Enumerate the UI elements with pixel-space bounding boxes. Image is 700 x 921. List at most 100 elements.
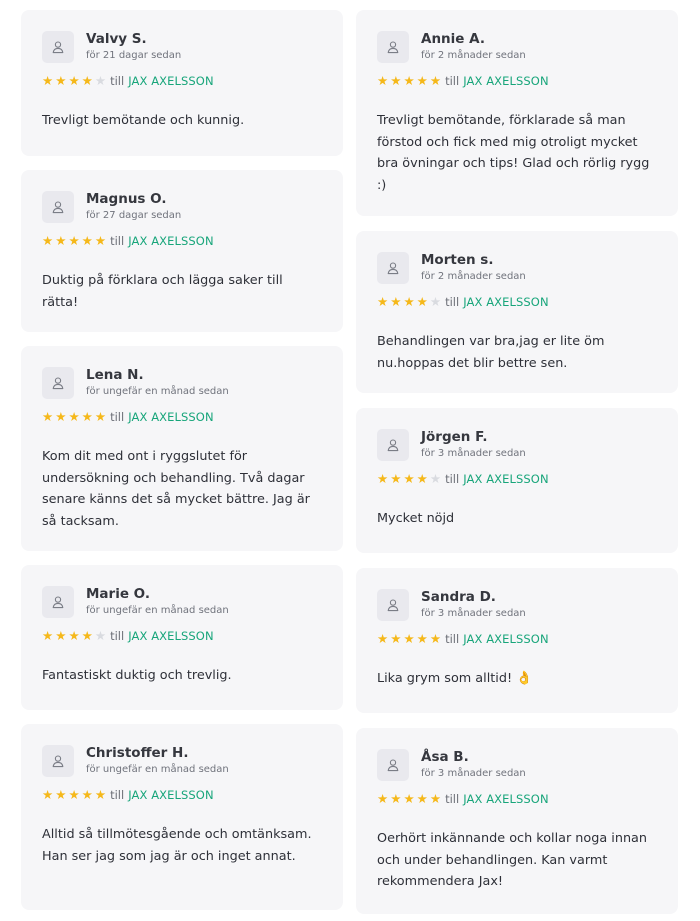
star-icon: ★ xyxy=(42,628,54,643)
star-icon: ★ xyxy=(81,628,93,643)
review-text-content: Lika grym som alltid! xyxy=(377,671,513,686)
to-label: till xyxy=(110,234,125,248)
to-label: till xyxy=(445,632,460,646)
avatar xyxy=(42,744,74,777)
therapist-link[interactable]: JAX AXELSSON xyxy=(463,295,548,309)
star-rating: ★ ★ ★ ★ ★ xyxy=(42,410,106,424)
review-card: Valvy S. för 21 dagar sedan ★ ★ ★ ★ ★ till J… xyxy=(21,10,343,156)
review-header: Annie A. för 2 månader sedan xyxy=(377,30,657,63)
review-text-content: Fantastiskt duktig och trevlig. xyxy=(42,668,232,683)
review-card: Annie A. för 2 månader sedan ★ ★ ★ ★ ★ till … xyxy=(356,10,678,216)
review-date: för 21 dagar sedan xyxy=(86,49,182,61)
review-text-content: Duktig på förklara och lägga saker till … xyxy=(42,273,283,310)
therapist-link[interactable]: JAX AXELSSON xyxy=(128,74,213,88)
to-label: till xyxy=(110,410,125,424)
user-icon xyxy=(387,40,399,53)
avatar xyxy=(377,588,409,621)
star-icon: ★ xyxy=(42,73,54,88)
review-date: för 3 månader sedan xyxy=(421,767,526,779)
rating-row: ★ ★ ★ ★ ★ till JAX AXELSSON xyxy=(377,471,657,487)
reviews-column-left: Valvy S. för 21 dagar sedan ★ ★ ★ ★ ★ till J… xyxy=(21,10,343,910)
to-label: till xyxy=(110,788,125,802)
star-icon: ★ xyxy=(429,471,442,486)
star-icon: ★ xyxy=(390,631,402,646)
star-icon: ★ xyxy=(55,409,67,424)
avatar xyxy=(42,30,74,63)
star-icon: ★ xyxy=(416,471,428,486)
star-icon: ★ xyxy=(81,233,93,248)
star-icon: ★ xyxy=(403,73,415,88)
star-icon: ★ xyxy=(390,471,402,486)
avatar xyxy=(377,748,409,781)
star-icon: ★ xyxy=(94,409,107,424)
rating-row: ★ ★ ★ ★ ★ till JAX AXELSSON xyxy=(377,631,657,647)
user-icon xyxy=(52,754,64,767)
avatar xyxy=(42,366,74,399)
reviewer-name: Jörgen F. xyxy=(421,428,488,445)
review-text: Lika grym som alltid! 👌 xyxy=(377,668,657,690)
star-icon: ★ xyxy=(55,73,67,88)
therapist-link[interactable]: JAX AXELSSON xyxy=(463,632,548,646)
star-icon: ★ xyxy=(94,73,107,88)
therapist-link[interactable]: JAX AXELSSON xyxy=(128,410,213,424)
star-rating: ★ ★ ★ ★ ★ xyxy=(377,792,441,806)
avatar xyxy=(377,251,409,284)
review-card: Marie O. för ungefär en månad sedan ★ ★ ★ ★… xyxy=(21,565,343,710)
star-rating: ★ ★ ★ ★ ★ xyxy=(42,629,106,643)
review-date: för 3 månader sedan xyxy=(421,607,526,619)
review-text: Oerhört inkännande och kollar noga innan… xyxy=(377,828,657,893)
to-label: till xyxy=(445,472,460,486)
star-icon: ★ xyxy=(68,787,80,802)
review-card: Jörgen F. för 3 månader sedan ★ ★ ★ ★ ★ till… xyxy=(356,408,678,553)
review-date: för 27 dagar sedan xyxy=(86,209,182,221)
rating-row: ★ ★ ★ ★ ★ till JAX AXELSSON xyxy=(42,787,322,803)
rating-row: ★ ★ ★ ★ ★ till JAX AXELSSON xyxy=(377,73,657,89)
star-icon: ★ xyxy=(429,791,442,806)
star-icon: ★ xyxy=(377,631,389,646)
star-icon: ★ xyxy=(94,233,107,248)
star-rating: ★ ★ ★ ★ ★ xyxy=(42,74,106,88)
therapist-link[interactable]: JAX AXELSSON xyxy=(128,234,213,248)
review-text-content: Alltid så tillmötesgående och omtänksam.… xyxy=(42,827,312,864)
star-icon: ★ xyxy=(416,631,428,646)
star-icon: ★ xyxy=(377,73,389,88)
reviewer-name: Marie O. xyxy=(86,585,150,602)
star-icon: ★ xyxy=(94,628,107,643)
avatar xyxy=(377,428,409,461)
rating-row: ★ ★ ★ ★ ★ till JAX AXELSSON xyxy=(377,792,657,807)
therapist-link[interactable]: JAX AXELSSON xyxy=(463,472,548,486)
rating-row: ★ ★ ★ ★ ★ till JAX AXELSSON xyxy=(42,629,322,644)
avatar xyxy=(42,190,74,223)
therapist-link[interactable]: JAX AXELSSON xyxy=(463,74,548,88)
star-icon: ★ xyxy=(81,73,93,88)
review-text: Duktig på förklara och lägga saker till … xyxy=(42,270,322,313)
star-icon: ★ xyxy=(403,631,415,646)
review-card: Åsa B. för 3 månader sedan ★ ★ ★ ★ ★ till JA… xyxy=(356,728,678,914)
review-date: för 3 månader sedan xyxy=(421,447,526,459)
therapist-link[interactable]: JAX AXELSSON xyxy=(463,792,548,806)
star-icon: ★ xyxy=(68,628,80,643)
review-date: för 2 månader sedan xyxy=(421,49,526,61)
review-header: Jörgen F. för 3 månader sedan xyxy=(377,428,657,461)
therapist-link[interactable]: JAX AXELSSON xyxy=(128,629,213,643)
star-icon: ★ xyxy=(55,233,67,248)
user-icon xyxy=(387,598,399,611)
star-rating: ★ ★ ★ ★ ★ xyxy=(42,234,106,248)
therapist-link[interactable]: JAX AXELSSON xyxy=(128,788,213,802)
star-icon: ★ xyxy=(68,233,80,248)
review-header: Christoffer H. för ungefär en månad seda… xyxy=(42,744,322,777)
star-icon: ★ xyxy=(403,791,415,806)
avatar xyxy=(42,585,74,618)
review-header: Lena N. för ungefär en månad sedan xyxy=(42,366,322,399)
star-icon: ★ xyxy=(42,409,54,424)
reviewer-name: Åsa B. xyxy=(421,748,469,765)
star-icon: ★ xyxy=(403,294,415,309)
star-icon: ★ xyxy=(390,294,402,309)
reviewer-name: Sandra D. xyxy=(421,588,496,605)
review-header: Sandra D. för 3 månader sedan xyxy=(377,588,657,621)
reviewer-name: Valvy S. xyxy=(86,30,147,47)
to-label: till xyxy=(110,629,125,643)
reviews-column-right: Annie A. för 2 månader sedan ★ ★ ★ ★ ★ till … xyxy=(356,10,678,914)
review-text-content: Behandlingen var bra,jag er lite öm nu.h… xyxy=(377,334,605,371)
user-icon xyxy=(387,261,399,274)
